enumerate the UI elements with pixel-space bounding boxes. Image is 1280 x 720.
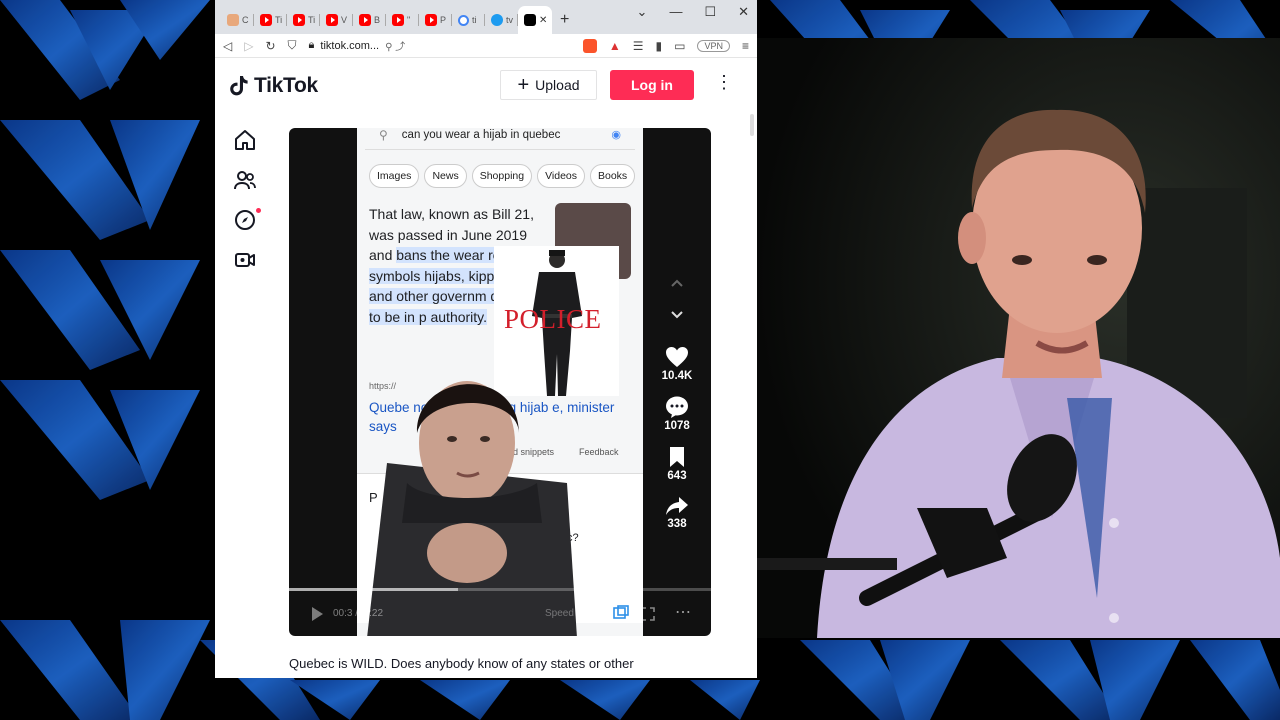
plus-icon: + <box>517 73 530 96</box>
vpn-button[interactable]: VPN <box>697 39 730 52</box>
tab-search-icon[interactable]: ⌄ <box>637 4 648 20</box>
tiktok-header: TikTok + Upload Log in ⋮ <box>215 58 757 114</box>
address-bar-actions-icon[interactable]: ⚲ ⤴ <box>385 38 405 53</box>
bookmark-save-icon[interactable] <box>668 446 686 468</box>
chevron-down-icon[interactable] <box>670 310 684 320</box>
browser-tab[interactable]: P <box>419 6 452 34</box>
video-content: ⚲ can you wear a hijab in quebec ◉ Image… <box>357 128 643 636</box>
youtube-icon <box>326 14 338 26</box>
like-count: 10.4K <box>661 370 693 382</box>
chevron-up-icon[interactable] <box>670 278 684 288</box>
login-button[interactable]: Log in <box>610 70 694 100</box>
webcam-feed <box>757 38 1280 638</box>
maximize-button[interactable]: ☐ <box>704 4 716 20</box>
video-action-rail: 10.4K 1078 643 338 <box>657 278 697 544</box>
close-window-button[interactable]: ✕ <box>738 4 749 20</box>
youtube-icon <box>359 14 371 26</box>
wallet-icon[interactable]: ▭ <box>674 39 685 53</box>
tab-bar: C Ti Ti V B " P ti tv ✕ + ⌄ — ☐ ✕ <box>215 0 757 34</box>
lens-icon: ◉ <box>611 129 621 141</box>
chip: Shopping <box>471 164 533 188</box>
chip: Videos <box>537 164 585 188</box>
browser-tab[interactable]: V <box>320 6 353 34</box>
google-icon <box>458 14 469 26</box>
new-tab-button[interactable]: + <box>560 11 569 29</box>
window-controls: ⌄ — ☐ ✕ <box>637 4 749 20</box>
search-chips: Images News Shopping Videos Books <box>369 164 643 188</box>
like-heart-icon[interactable] <box>665 346 689 368</box>
chip: Books <box>590 164 636 188</box>
video-search-bar: ⚲ can you wear a hijab in quebec ◉ <box>365 128 635 150</box>
twitter-icon <box>491 14 503 26</box>
browser-window: C Ti Ti V B " P ti tv ✕ + ⌄ — ☐ ✕ ◁ ▷ ↻ … <box>215 0 757 678</box>
tiktok-logo[interactable]: TikTok <box>229 74 318 98</box>
progress-bar[interactable] <box>289 588 711 591</box>
live-icon[interactable] <box>233 248 257 272</box>
video-caption: Quebec is WILD. Does anybody know of any… <box>289 656 634 671</box>
home-icon[interactable] <box>233 128 257 152</box>
search-icon: ⚲ <box>379 128 388 142</box>
tiktok-note-icon <box>230 76 248 96</box>
comment-icon[interactable] <box>665 396 689 418</box>
browser-tab[interactable]: tv <box>485 6 518 34</box>
explore-icon[interactable] <box>233 208 261 232</box>
lock-icon: 🔒︎ <box>308 39 315 51</box>
pip-icon[interactable] <box>613 605 629 621</box>
address-bar[interactable]: 🔒︎ tiktok.com... ⚲ ⤴ <box>309 38 571 53</box>
menu-icon[interactable]: ≡ <box>742 39 749 53</box>
reload-icon[interactable]: ↻ <box>265 39 275 53</box>
chip: Images <box>369 164 420 188</box>
rewards-icon[interactable]: ▲ <box>609 39 621 53</box>
playlist-icon[interactable]: ☰ <box>633 39 644 53</box>
progress-fill <box>289 588 458 591</box>
youtube-icon <box>293 14 305 26</box>
more-options-icon[interactable]: ⋯ <box>675 602 691 622</box>
chip: News <box>424 164 467 188</box>
browser-tab[interactable]: Ti <box>287 6 320 34</box>
youtube-icon <box>260 14 272 26</box>
forward-icon[interactable]: ▷ <box>244 39 253 53</box>
play-icon[interactable] <box>309 606 325 622</box>
share-count: 338 <box>667 518 687 530</box>
playback-time: 00:3 /02:22 <box>333 608 384 619</box>
speed-button[interactable]: Speed <box>545 608 574 619</box>
bookmark-icon[interactable]: ⛉ <box>288 38 297 53</box>
browser-tab[interactable]: " <box>386 6 419 34</box>
minimize-button[interactable]: — <box>669 4 682 20</box>
player-controls: 00:3 /02:22 Speed ⋯ <box>289 588 711 636</box>
youtube-icon <box>392 14 404 26</box>
fullscreen-icon[interactable] <box>641 607 655 621</box>
following-icon[interactable] <box>233 168 257 192</box>
browser-tab[interactable]: B <box>353 6 386 34</box>
comment-count: 1078 <box>664 420 690 432</box>
browser-toolbar: ◁ ▷ ↻ ⛉ 🔒︎ tiktok.com... ⚲ ⤴ ▲ ☰ ▮ ▭ VPN… <box>215 34 757 58</box>
browser-tab[interactable]: C <box>221 6 254 34</box>
browser-tab-active[interactable]: ✕ <box>518 6 552 34</box>
brave-shields-icon[interactable] <box>582 38 597 53</box>
site-favicon-icon <box>227 14 239 26</box>
back-icon[interactable]: ◁ <box>223 39 232 53</box>
more-options-icon[interactable]: ⋮ <box>715 72 733 93</box>
upload-button[interactable]: + Upload <box>500 70 597 100</box>
youtube-icon <box>425 14 437 26</box>
sidebar-icon[interactable]: ▮ <box>656 39 663 53</box>
notification-dot <box>256 208 261 213</box>
tiktok-icon <box>524 14 536 26</box>
side-navigation <box>233 128 261 288</box>
video-player[interactable]: ⚲ can you wear a hijab in quebec ◉ Image… <box>289 128 711 636</box>
browser-tab[interactable]: Ti <box>254 6 287 34</box>
browser-tab[interactable]: ti <box>452 6 485 34</box>
page-scrollbar[interactable] <box>750 114 754 136</box>
close-tab-icon[interactable]: ✕ <box>539 15 547 26</box>
share-icon[interactable] <box>665 496 689 516</box>
save-count: 643 <box>667 470 687 482</box>
